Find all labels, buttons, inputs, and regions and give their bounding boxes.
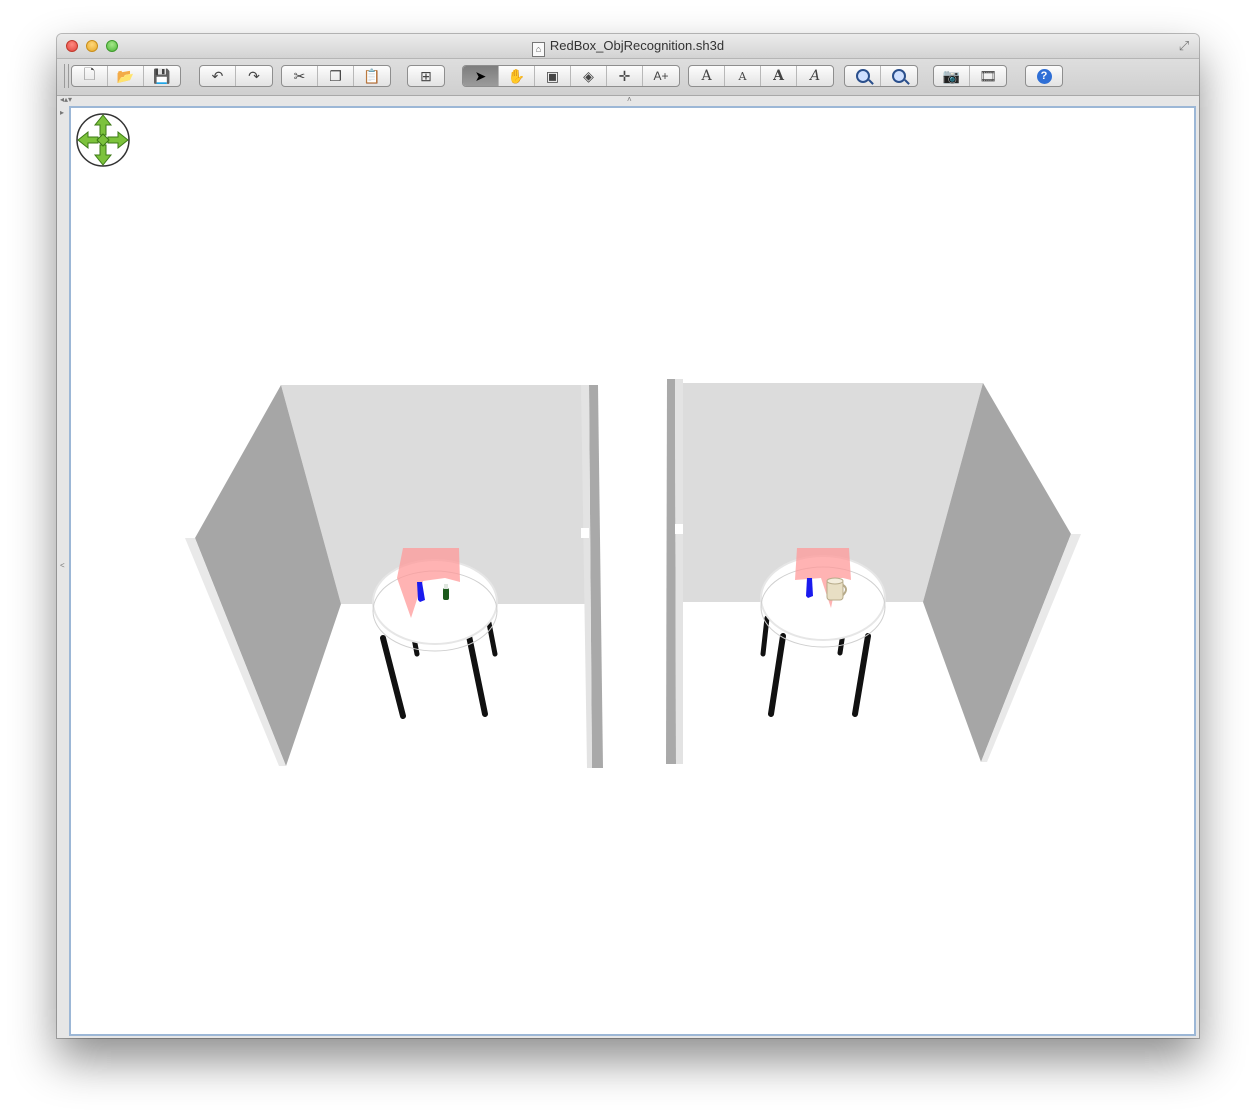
create-rooms-icon: ◈ xyxy=(583,67,594,84)
document-icon: ⌂ xyxy=(531,42,545,57)
zoom-out-icon xyxy=(892,69,906,83)
toolbar-group-file: 🗋 📂 💾 xyxy=(71,65,181,87)
right-blue-bottle[interactable] xyxy=(806,578,813,598)
right-booth-notch xyxy=(675,524,683,534)
expand-right-icon[interactable]: ▸ xyxy=(60,108,64,117)
add-furniture-button[interactable]: ⊞ xyxy=(408,66,444,86)
window-title-container: ⌂ RedBox_ObjRecognition.sh3d xyxy=(57,38,1199,57)
paste-icon: 📋 xyxy=(363,67,381,84)
undo-icon: ↶ xyxy=(211,67,224,84)
new-home-button[interactable]: 🗋 xyxy=(72,66,108,86)
italic-text-button[interactable]: A xyxy=(797,66,833,86)
save-icon: 💾 xyxy=(153,67,171,84)
create-dimensions-button[interactable]: ✛ xyxy=(607,66,643,86)
add-text-icon: A+ xyxy=(653,69,669,83)
collapse-handle-icon[interactable]: ˂ xyxy=(60,561,65,570)
toolbar-grip[interactable] xyxy=(64,64,69,88)
help-button[interactable]: ? xyxy=(1026,66,1062,86)
add-furniture-icon: ⊞ xyxy=(420,67,432,84)
toolbar-group-furniture: ⊞ xyxy=(407,65,445,87)
add-text-button[interactable]: A+ xyxy=(643,66,679,86)
window-title: RedBox_ObjRecognition.sh3d xyxy=(549,38,725,53)
redo-icon: ↷ xyxy=(248,67,260,84)
collapse-up-icon[interactable]: ˄ xyxy=(627,95,632,104)
scissors-icon: ✂ xyxy=(293,67,306,84)
bold-text-button[interactable]: A xyxy=(761,66,797,86)
decrease-text-button[interactable]: A xyxy=(725,66,761,86)
left-booth[interactable] xyxy=(185,385,603,768)
create-dimensions-icon: ✛ xyxy=(618,67,631,84)
toolbar-group-render: 📷 🎞 xyxy=(933,65,1007,87)
fullscreen-icon[interactable]: ⤢ xyxy=(1177,39,1191,53)
left-booth-notch xyxy=(581,528,589,538)
right-booth[interactable] xyxy=(666,379,1081,764)
increase-text-button[interactable]: A xyxy=(689,66,725,86)
toolbar-group-zoom xyxy=(844,65,918,87)
decrease-text-size-icon: A xyxy=(738,69,747,83)
right-booth-left-wall-edge xyxy=(675,379,683,764)
select-mode-button[interactable]: ➤ xyxy=(463,66,499,86)
create-video-button[interactable]: 🎞 xyxy=(970,66,1006,86)
zoom-out-button[interactable] xyxy=(881,66,917,86)
cut-button[interactable]: ✂ xyxy=(282,66,318,86)
left-green-bottle[interactable] xyxy=(443,588,449,600)
open-button[interactable]: 📂 xyxy=(108,66,144,86)
video-icon: 🎞 xyxy=(979,67,997,84)
toolbar-group-text-style: AAAA xyxy=(688,65,834,87)
create-walls-icon: ▣ xyxy=(545,67,560,84)
copy-icon: ❐ xyxy=(329,67,342,84)
help-icon: ? xyxy=(1036,68,1052,84)
arrow-pointer-icon: ➤ xyxy=(474,67,487,84)
copy-button[interactable]: ❐ xyxy=(318,66,354,86)
create-walls-button[interactable]: ▣ xyxy=(535,66,571,86)
camera-icon: 📷 xyxy=(942,67,961,84)
title-bar[interactable]: ⌂ RedBox_ObjRecognition.sh3d ⤢ xyxy=(57,34,1199,59)
redo-button[interactable]: ↷ xyxy=(236,66,272,86)
right-mug[interactable] xyxy=(826,577,847,601)
left-table[interactable] xyxy=(372,559,498,719)
toolbar-group-modes: ➤ ✋ ▣ ◈ ✛ A+ xyxy=(462,65,680,87)
main-toolbar: 🗋 📂 💾 ↶ ↷ ✂ ❐ 📋 ⊞ ➤ ✋ ▣ ◈ ✛ A+ A A A A 📷 🎞? xyxy=(57,59,1199,96)
open-folder-icon: 📂 xyxy=(116,67,135,84)
navigation-arrows-icon[interactable] xyxy=(76,113,130,167)
right-booth-left-wall xyxy=(666,379,676,764)
create-rooms-button[interactable]: ◈ xyxy=(571,66,607,86)
hand-icon: ✋ xyxy=(507,67,526,84)
create-photo-button[interactable]: 📷 xyxy=(934,66,970,86)
toolbar-group-help: ? xyxy=(1025,65,1063,87)
new-document-icon: 🗋 xyxy=(83,66,96,82)
split-pane-divider[interactable]: ◂▴▾ ˄ xyxy=(57,95,1199,106)
collapse-left-icon[interactable]: ◂▴▾ xyxy=(60,95,72,104)
paste-button[interactable]: 📋 xyxy=(354,66,390,86)
left-split-divider[interactable]: ▸ ˂ xyxy=(57,106,69,1038)
toolbar-group-history: ↶ ↷ xyxy=(199,65,273,87)
undo-button[interactable]: ↶ xyxy=(200,66,236,86)
zoom-in-button[interactable] xyxy=(845,66,881,86)
toolbar-group-clipboard: ✂ ❐ 📋 xyxy=(281,65,391,87)
3d-view[interactable] xyxy=(69,106,1196,1036)
increase-text-size-icon: A xyxy=(701,68,712,84)
3d-scene[interactable] xyxy=(71,108,1198,1038)
save-button[interactable]: 💾 xyxy=(144,66,180,86)
bold-text-icon: A xyxy=(773,68,784,84)
app-window: ⌂ RedBox_ObjRecognition.sh3d ⤢ 🗋 📂 💾 ↶ ↷ ✂ ❐ 📋 ⊞ ➤… xyxy=(57,34,1199,1038)
pan-mode-button[interactable]: ✋ xyxy=(499,66,535,86)
italic-text-icon: A xyxy=(809,68,821,84)
zoom-in-icon xyxy=(855,69,870,83)
